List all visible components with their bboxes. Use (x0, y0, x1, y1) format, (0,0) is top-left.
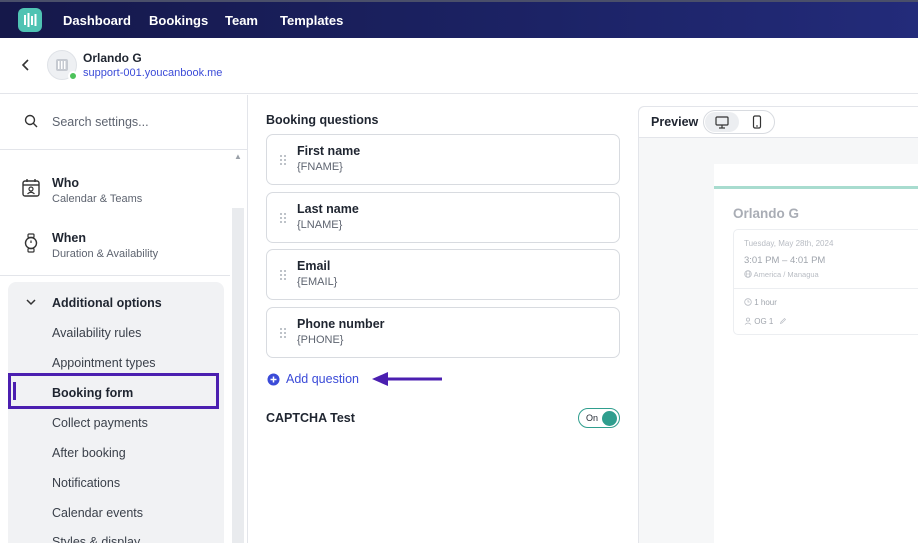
sidebar-item-when-title: When (52, 231, 87, 245)
plus-circle-icon (267, 373, 280, 391)
annotation-arrow-icon (372, 371, 444, 392)
sidebar-item-who-subtitle: Calendar & Teams (52, 193, 143, 205)
active-item-indicator (13, 382, 16, 400)
online-status-dot (68, 71, 78, 81)
sidebar-item-booking-form[interactable]: Booking form (52, 386, 133, 400)
sidebar-item-collect-payments[interactable]: Collect payments (52, 416, 148, 430)
question-token: {PHONE} (297, 334, 344, 346)
nav-bookings[interactable]: Bookings (149, 13, 208, 28)
question-card[interactable]: Email {EMAIL} (266, 249, 620, 300)
preview-card-divider (734, 288, 918, 289)
account-url-link[interactable]: support-001.youcanbook.me (83, 67, 222, 79)
toggle-knob (602, 411, 617, 426)
sidebar-item-calendar-events[interactable]: Calendar events (52, 506, 143, 520)
nav-dashboard[interactable]: Dashboard (63, 13, 131, 28)
question-label: First name (297, 144, 361, 158)
search-icon (24, 114, 38, 133)
sidebar-item-styles-display[interactable]: Styles & display (52, 535, 140, 543)
nav-team[interactable]: Team (225, 13, 258, 28)
booking-questions-title: Booking questions (266, 113, 379, 127)
calendar-person-icon (21, 178, 41, 203)
back-chevron-icon[interactable] (20, 58, 32, 77)
sidebar-scrollbar[interactable] (232, 208, 244, 543)
search-input[interactable] (52, 112, 232, 132)
desktop-preview-button[interactable] (705, 112, 739, 132)
preview-staff: OG 1 (744, 317, 787, 326)
question-token: {EMAIL} (297, 276, 338, 288)
settings-search (0, 95, 247, 150)
preview-duration-text: 1 hour (754, 298, 777, 307)
sidebar-item-appointment-types[interactable]: Appointment types (52, 356, 156, 370)
drag-handle-icon[interactable] (279, 326, 287, 344)
sidebar-item-when-subtitle: Duration & Availability (52, 248, 159, 260)
watch-icon (21, 233, 41, 258)
question-card[interactable]: Last name {LNAME} (266, 192, 620, 243)
sidebar-divider (0, 275, 230, 276)
chevron-down-icon (24, 295, 38, 314)
captcha-toggle-label: On (586, 413, 599, 423)
question-card[interactable]: Phone number {PHONE} (266, 307, 620, 358)
question-label: Phone number (297, 317, 385, 331)
preview-title: Preview (651, 115, 699, 129)
device-toggle (703, 110, 775, 134)
captcha-toggle[interactable]: On (578, 408, 620, 428)
preview-booking-card: Tuesday, May 28th, 2024 3:01 PM – 4:01 P… (733, 229, 918, 335)
avatar[interactable] (47, 50, 78, 81)
sidebar-item-after-booking[interactable]: After booking (52, 446, 126, 460)
account-name: Orlando G (83, 51, 142, 65)
globe-icon (744, 270, 752, 278)
nav-templates[interactable]: Templates (280, 13, 343, 28)
drag-handle-icon[interactable] (279, 153, 287, 171)
desktop-icon (715, 115, 729, 129)
preview-timezone: America / Managua (744, 270, 819, 279)
additional-options-panel (8, 282, 224, 543)
sidebar-item-when[interactable]: When Duration & Availability (0, 220, 230, 270)
question-token: {LNAME} (297, 219, 343, 231)
preview-time: 3:01 PM – 4:01 PM (744, 255, 826, 266)
settings-sidebar: ▲ Who Calendar & Teams When Duration & A… (0, 95, 248, 543)
captcha-label: CAPTCHA Test (266, 411, 355, 425)
edit-icon (779, 318, 786, 325)
mobile-icon (752, 115, 762, 129)
question-card[interactable]: First name {FNAME} (266, 134, 620, 185)
top-nav: Dashboard Bookings Team Templates (0, 0, 918, 38)
preview-booking-page: Orlando G Tuesday, May 28th, 2024 3:01 P… (714, 164, 918, 543)
drag-handle-icon[interactable] (279, 211, 287, 229)
scroll-up-icon[interactable]: ▲ (234, 152, 242, 161)
logo-icon (24, 13, 37, 27)
sidebar-item-notifications[interactable]: Notifications (52, 476, 120, 490)
drag-handle-icon[interactable] (279, 268, 287, 286)
account-header: Orlando G support-001.youcanbook.me (0, 38, 918, 94)
person-icon (744, 317, 752, 325)
question-label: Last name (297, 202, 359, 216)
additional-options-label: Additional options (52, 296, 162, 310)
add-question-label: Add question (286, 372, 359, 386)
preview-staff-text: OG 1 (754, 317, 774, 326)
preview-timezone-text: America / Managua (753, 270, 819, 279)
account-logo-icon (56, 59, 68, 71)
preview-account-name: Orlando G (733, 206, 800, 221)
mobile-preview-button[interactable] (740, 112, 774, 132)
preview-accent-bar (714, 186, 918, 189)
sidebar-item-availability-rules[interactable]: Availability rules (52, 326, 141, 340)
clock-icon (744, 298, 752, 306)
preview-header: Preview (639, 107, 918, 138)
preview-panel: Preview Orlando G Tuesday, May 28th, 202… (638, 106, 918, 543)
question-label: Email (297, 259, 331, 273)
preview-date: Tuesday, May 28th, 2024 (744, 239, 834, 248)
preview-duration: 1 hour (744, 298, 777, 307)
app-logo[interactable] (18, 8, 42, 32)
sidebar-item-who[interactable]: Who Calendar & Teams (0, 165, 230, 215)
question-token: {FNAME} (297, 161, 343, 173)
sidebar-item-who-title: Who (52, 176, 80, 190)
